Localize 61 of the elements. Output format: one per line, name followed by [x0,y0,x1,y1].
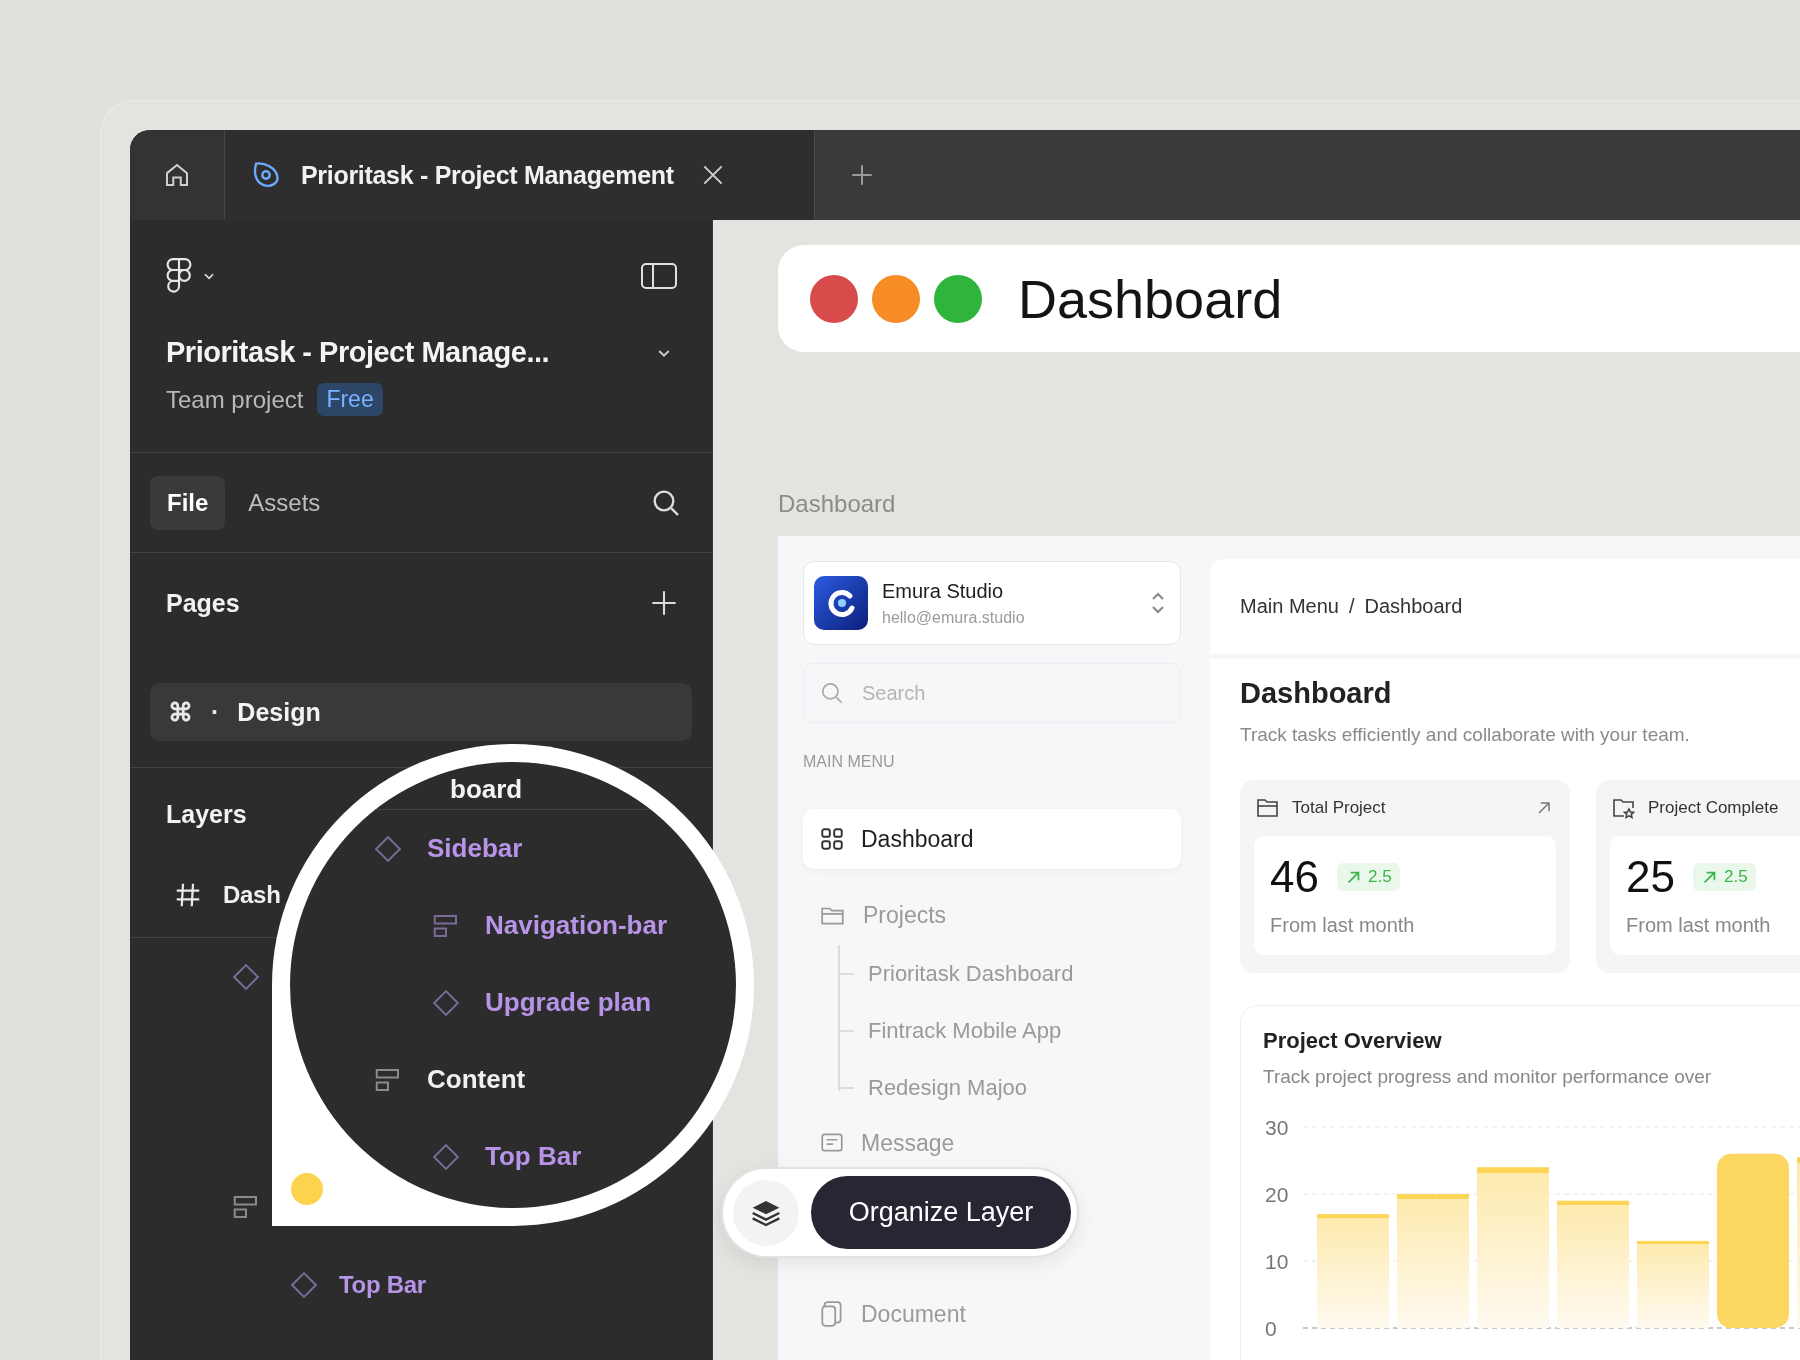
layer-name: board [450,774,523,805]
folder-star-icon [1612,797,1636,819]
diamond-icon [289,1270,319,1300]
layer-row[interactable]: Content [373,1041,526,1118]
breadcrumb-link[interactable]: Main Menu [1240,595,1339,618]
change-badge: 2.5 [1336,863,1400,891]
page-title: Dashboard [1240,677,1393,710]
layer-row[interactable]: Top Bar [431,1118,582,1195]
updown-icon [1150,590,1166,616]
layer-row[interactable]: Navigation-bar [431,887,668,964]
figma-logo-icon[interactable] [166,258,192,294]
stat-note: From last month [1626,914,1772,937]
project-type: Team project [166,385,304,414]
avatar-icon [814,576,868,630]
axis-tick-label: 20 [1265,1183,1289,1206]
plus-icon[interactable] [650,589,678,617]
sidebar-toggle-icon[interactable] [640,261,678,291]
search-field[interactable]: Search [803,663,1181,723]
layer-row[interactable]: Sidebar [373,810,523,887]
chart-subtitle: Track project progress and monitor performance over [1263,1066,1713,1088]
breadcrumb-separator: / [1348,595,1355,618]
workspace-email: hello@emura.studio [882,608,1026,627]
menu-item[interactable]: Dashboard [803,809,1181,869]
stat-label: Total Project [1292,798,1386,818]
page-subtitle: Track tasks efficiently and collaborate with your team. [1240,724,1691,746]
workspace-switcher[interactable]: Emura Studio hello@emura.studio [803,561,1181,645]
section-label: MAIN MENU [803,753,896,771]
stat-note: From last month [1270,914,1416,937]
grid-icon [819,826,845,852]
folder-icon [1256,797,1280,819]
breadcrumb-link[interactable]: Dashboard [1364,595,1463,618]
stat-value: 25 [1626,852,1675,902]
axis-tick-label: 0 [1265,1317,1277,1340]
stat-value: 46 [1270,852,1319,902]
layer-row[interactable]: Upgrade plan [431,964,652,1041]
panel-tab[interactable]: Assets [231,475,338,530]
stat-label: Project Complete [1648,798,1779,818]
pages-heading: Pages [166,588,240,618]
axis-tick-label: 10 [1265,1250,1289,1273]
status-dot-icon [291,1173,323,1205]
frame-label: Dashboard [778,490,897,518]
page-item[interactable]: ⌘ · Design [150,683,692,741]
project-title: Prioritask - Project Manage... [166,336,550,369]
layer-row[interactable]: Top Bar [130,1246,426,1324]
diamond-icon [431,987,461,1018]
change-badge: 2.5 [1692,863,1756,891]
hint-label: Organize Layer [811,1176,1071,1249]
diamond-icon [431,1141,461,1172]
diamond-icon [373,833,403,864]
axis-tick-label: 30 [1265,1116,1289,1139]
chart-title: Project Overview [1263,1028,1443,1054]
panel-tab[interactable]: File [150,475,226,530]
layers-button[interactable] [733,1179,799,1246]
search-icon [819,680,845,706]
home-tab[interactable] [130,130,225,220]
workspace-name: Emura Studio [882,579,1005,603]
diamond-icon [231,962,261,992]
layers-heading: Layers [166,799,247,829]
card-title: Dashboard [1018,267,1283,330]
document-tab[interactable]: Prioritask - Project Management [225,130,815,220]
plan-badge: Free [317,383,383,416]
